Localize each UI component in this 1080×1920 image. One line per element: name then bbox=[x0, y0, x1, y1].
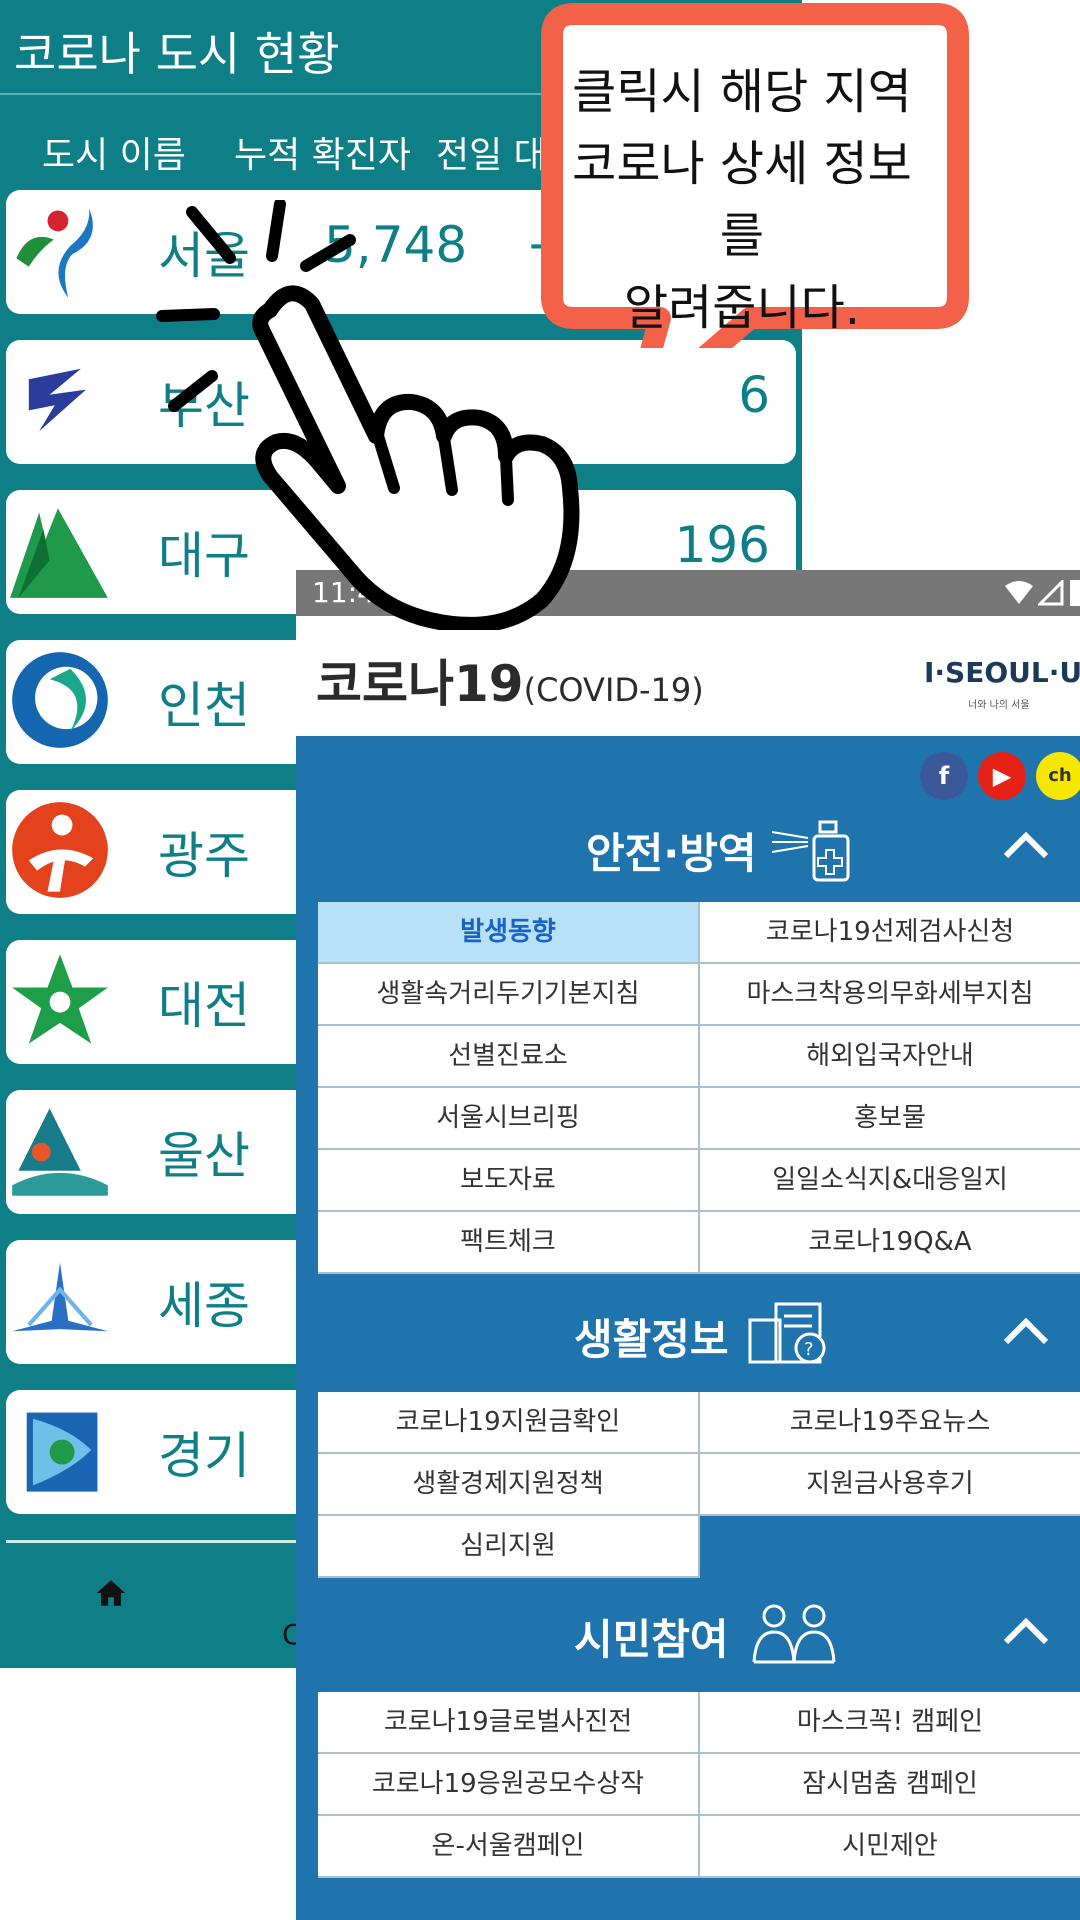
info-document-icon: ? bbox=[748, 1302, 826, 1364]
menu-item[interactable]: 생활경제지원정책 bbox=[318, 1454, 700, 1516]
menu-item[interactable]: 코로나19Q&A bbox=[700, 1212, 1080, 1274]
city-name: 경기 bbox=[158, 1427, 250, 1485]
section-header-safety[interactable]: 안전·방역 bbox=[296, 818, 1080, 882]
city-name: 세종 bbox=[158, 1277, 250, 1335]
tooltip-text: 클릭시 해당 지역 코로나 상세 정보를 알려줍니다. bbox=[552, 56, 932, 344]
menu-item[interactable]: 생활속거리두기기본지침 bbox=[318, 964, 700, 1026]
seoul-covid-page: 11:45 코로나19(COVID-19) I·SEOUL·U 너와 나의 서울… bbox=[296, 570, 1080, 1920]
gwangju-emblem-icon bbox=[12, 802, 108, 898]
menu-item[interactable]: 보도자료 bbox=[318, 1150, 700, 1212]
home-icon[interactable] bbox=[94, 1576, 128, 1610]
city-name: 대전 bbox=[158, 977, 250, 1035]
menu-item[interactable]: 코로나19글로벌사진전 bbox=[318, 1692, 700, 1754]
app-title: 코로나 도시 현황 bbox=[14, 27, 340, 81]
battery-icon bbox=[1070, 580, 1080, 606]
tooltip-callout: 클릭시 해당 지역 코로나 상세 정보를 알려줍니다. bbox=[540, 0, 972, 348]
tooltip-line: 클릭시 해당 지역 bbox=[572, 64, 912, 120]
seoul-emblem-icon bbox=[16, 208, 93, 298]
chevron-up-icon[interactable] bbox=[996, 1606, 1056, 1656]
busan-emblem-icon bbox=[28, 368, 86, 432]
chevron-up-icon[interactable] bbox=[996, 1306, 1056, 1356]
city-daily-change: 196 bbox=[674, 516, 770, 574]
menu-item[interactable]: 온-서울캠페인 bbox=[318, 1816, 700, 1878]
menu-item[interactable]: 해외입국자안내 bbox=[700, 1026, 1080, 1088]
sejong-emblem-icon bbox=[12, 1262, 108, 1332]
city-name: 광주 bbox=[158, 827, 250, 885]
site-title[interactable]: 코로나19(COVID-19) bbox=[316, 644, 704, 716]
menu-item[interactable]: 마스크착용의무화세부지침 bbox=[700, 964, 1080, 1026]
ulsan-emblem-icon bbox=[12, 1108, 108, 1196]
section-header-living-info[interactable]: 생활정보 ? bbox=[296, 1302, 1080, 1364]
menu-item[interactable]: 홍보물 bbox=[700, 1088, 1080, 1150]
city-daily-change: 6 bbox=[738, 366, 770, 424]
menu-item[interactable]: 발생동향 bbox=[318, 902, 700, 964]
menu-item[interactable]: 지원금사용후기 bbox=[700, 1454, 1080, 1516]
menu-item[interactable]: 서울시브리핑 bbox=[318, 1088, 700, 1150]
section-title: 안전·방역 bbox=[586, 829, 757, 878]
facebook-icon[interactable]: f bbox=[920, 752, 968, 800]
sanitizer-spray-icon bbox=[771, 820, 850, 882]
kakao-channel-icon[interactable]: ch bbox=[1036, 752, 1080, 800]
column-header-city-name: 도시 이름 bbox=[42, 135, 186, 176]
incheon-emblem-icon bbox=[12, 652, 108, 748]
section-grid-citizen: 코로나19글로벌사진전 마스크꼭! 캠페인 코로나19응원공모수상작 잠시멈춤 캠페인… bbox=[318, 1692, 1080, 1878]
menu-item[interactable]: 팩트체크 bbox=[318, 1212, 700, 1274]
seoul-brand-slogan: 너와 나의 서울 bbox=[968, 700, 1030, 711]
site-header: 코로나19(COVID-19) I·SEOUL·U 너와 나의 서울 bbox=[296, 616, 1080, 736]
menu-item[interactable]: 코로나19응원공모수상작 bbox=[318, 1754, 700, 1816]
site-title-main: 코로나19 bbox=[316, 655, 524, 713]
seoul-brand-logo[interactable]: I·SEOUL·U bbox=[924, 656, 1080, 689]
tooltip-line: 알려줍니다. bbox=[623, 280, 861, 336]
menu-item[interactable]: 코로나19선제검사신청 bbox=[700, 902, 1080, 964]
daejeon-emblem-icon bbox=[12, 954, 108, 1044]
section-title: 생활정보 bbox=[574, 1315, 729, 1364]
section-grid-safety: 발생동향 코로나19선제검사신청 생활속거리두기기본지침 마스크착용의무화세부지침 선별… bbox=[318, 902, 1080, 1274]
people-icon bbox=[752, 1604, 836, 1664]
svg-text:?: ? bbox=[804, 1339, 814, 1360]
city-name: 울산 bbox=[158, 1127, 250, 1185]
wifi-icon bbox=[1005, 581, 1033, 604]
chevron-up-icon[interactable] bbox=[996, 820, 1056, 870]
daegu-emblem-icon bbox=[10, 508, 108, 598]
tooltip-line: 코로나 상세 정보를 bbox=[572, 136, 912, 264]
menu-item[interactable]: 코로나19주요뉴스 bbox=[700, 1392, 1080, 1454]
gyeonggi-emblem-icon bbox=[26, 1412, 98, 1492]
menu-item[interactable]: 시민제안 bbox=[700, 1816, 1080, 1878]
menu-item[interactable]: 마스크꼭! 캠페인 bbox=[700, 1692, 1080, 1754]
signal-icon bbox=[1038, 580, 1064, 606]
youtube-icon[interactable]: ▶ bbox=[978, 752, 1026, 800]
menu-item[interactable]: 코로나19지원금확인 bbox=[318, 1392, 700, 1454]
menu-item[interactable]: 잠시멈춤 캠페인 bbox=[700, 1754, 1080, 1816]
menu-item[interactable]: 심리지원 bbox=[318, 1516, 700, 1578]
menu-item[interactable]: 선별진료소 bbox=[318, 1026, 700, 1088]
menu-item[interactable]: 일일소식지&대응일지 bbox=[700, 1150, 1080, 1212]
section-header-citizen[interactable]: 시민참여 bbox=[296, 1604, 1080, 1664]
site-title-sub: (COVID-19) bbox=[523, 671, 704, 709]
section-grid-living-info: 코로나19지원금확인 코로나19주요뉴스 생활경제지원정책 지원금사용후기 심리지원 bbox=[318, 1392, 1080, 1578]
section-title: 시민참여 bbox=[574, 1615, 729, 1664]
city-name: 인천 bbox=[158, 677, 250, 735]
column-header-total-cases: 누적 확진자 bbox=[234, 135, 412, 176]
